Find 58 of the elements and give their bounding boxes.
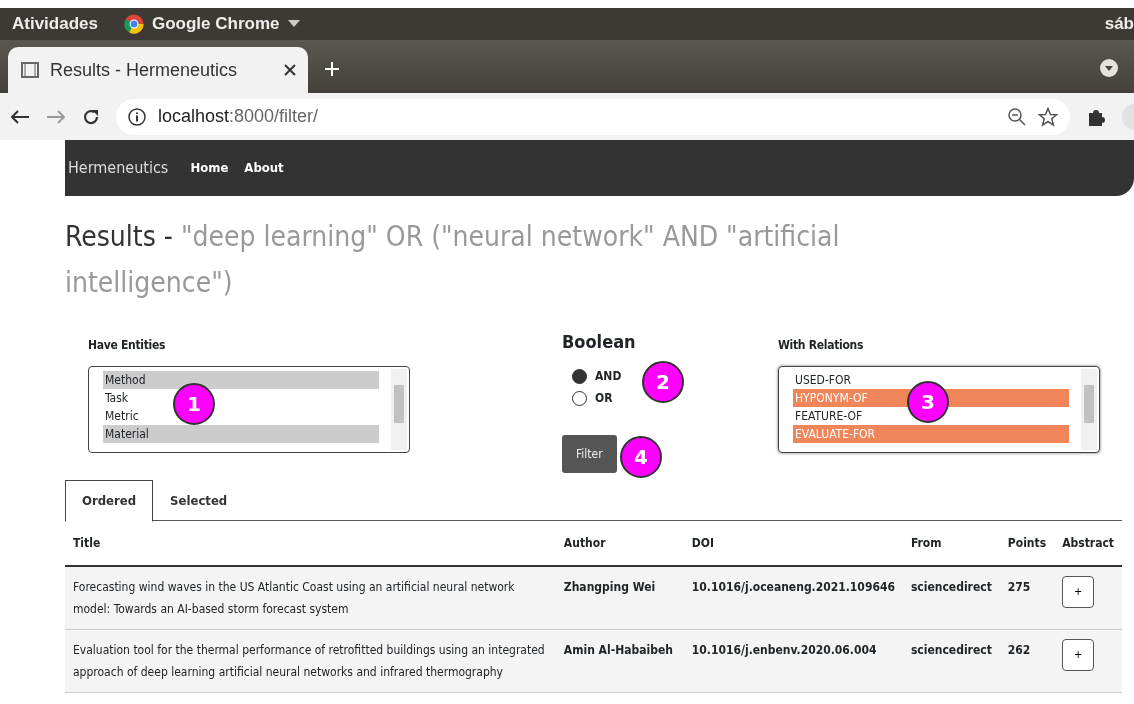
star-icon[interactable] [1038,106,1058,127]
filter-button[interactable]: Filter [562,435,617,474]
address-bar[interactable]: localhost:8000/filter/ [116,98,1070,135]
step-marker-tooltip: 4 [620,436,662,479]
clock: sáb [1104,13,1134,36]
list-option[interactable]: Metric [103,407,139,426]
doi-cell: 10.1016/j.oceaneng.2021.109646 [683,566,903,630]
expand-button[interactable]: + [1062,639,1095,672]
radio-label[interactable]: OR [595,389,613,408]
caret-icon [287,20,300,28]
relations-listbox[interactable]: USED-FOR HYPONYM-OF FEATURE-OF EVALUATE-FOR 3 [778,366,1100,454]
zoom-out-icon[interactable] [1008,107,1026,126]
tab[interactable]: Ordered [65,480,154,522]
step-marker-tooltip: 1 [173,383,215,426]
step-marker-tooltip: 2 [642,361,684,404]
points-cell: 262 [999,629,1055,693]
field-label: With Relations [778,337,865,355]
list-option[interactable]: Material [103,425,379,444]
list-option[interactable]: Task [103,389,129,408]
author-cell: Zhangping Wei [555,566,684,630]
source-cell: sciencedirect [902,629,1000,693]
list-option[interactable]: FEATURE-OF [793,407,863,426]
radio-option[interactable]: AND [572,367,622,386]
list-option[interactable]: USED-FOR [793,371,851,390]
close-icon[interactable] [284,64,296,76]
forward-icon[interactable] [46,108,66,125]
page-heading: Results - "deep learning" OR ("neural network" AND "artificial intelligence") [65,219,841,302]
scrollbar[interactable] [1081,369,1097,451]
radio-option[interactable]: OR [572,389,613,408]
nav-link[interactable]: About [244,158,284,178]
page-icon [20,61,40,79]
author-cell: Amin Al-Habaibeh [555,629,684,693]
new-tab-icon[interactable] [324,61,340,77]
boolean-label: Boolean [562,330,637,355]
browser-tab[interactable]: Results - Hermeneutics [8,47,308,93]
tab-search-icon[interactable] [1100,59,1118,77]
activities-button[interactable]: Atividades [12,11,98,37]
back-icon[interactable] [10,108,30,125]
title-cell: Evaluation tool for the thermal performance of retrofitted buildings using an integrated approach of deep learning artificial neural networks and infrared thermography [65,629,556,693]
browser-logo-icon [124,14,144,34]
radio-button[interactable] [572,368,587,384]
tab[interactable]: Selected [153,480,245,522]
expand-button[interactable]: + [1062,576,1095,609]
source-cell: sciencedirect [902,566,1000,630]
app-menu-label[interactable]: Google Chrome [152,11,280,37]
radio-label[interactable]: AND [595,367,622,386]
navbar-brand[interactable]: Hermeneutics [68,156,169,180]
scrollbar[interactable] [391,369,407,451]
step-marker-tooltip: 3 [907,381,949,424]
points-cell: 275 [999,566,1055,630]
field-label: Have Entities [88,337,167,355]
title-cell: Forecasting wind waves in the US Atlantic Coast using an artificial neural network model: Towards an AI-based storm forecast system [65,566,556,630]
list-option[interactable]: Method [103,371,379,390]
entities-listbox[interactable]: Method Task Metric Material 1 [88,366,410,454]
nav-link[interactable]: Home [190,158,229,178]
reload-icon[interactable] [82,107,100,126]
info-icon [128,107,146,126]
doi-cell: 10.1016/j.enbenv.2020.06.004 [683,629,903,693]
